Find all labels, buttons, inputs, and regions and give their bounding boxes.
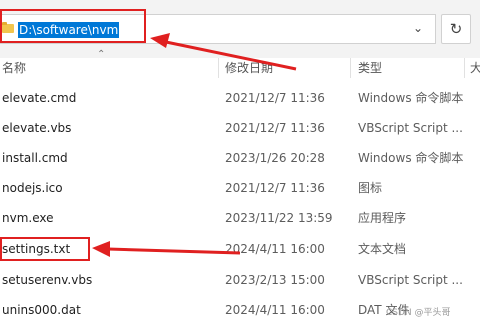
path-annotation-arrowhead (150, 33, 170, 48)
path-annotation-arrow (165, 40, 297, 71)
annotation-arrows (92, 33, 297, 257)
settings-annotation-arrowhead (92, 241, 110, 257)
settings-annotation-arrow (107, 247, 241, 255)
watermark-text: CSDN @平头哥 (386, 308, 451, 318)
